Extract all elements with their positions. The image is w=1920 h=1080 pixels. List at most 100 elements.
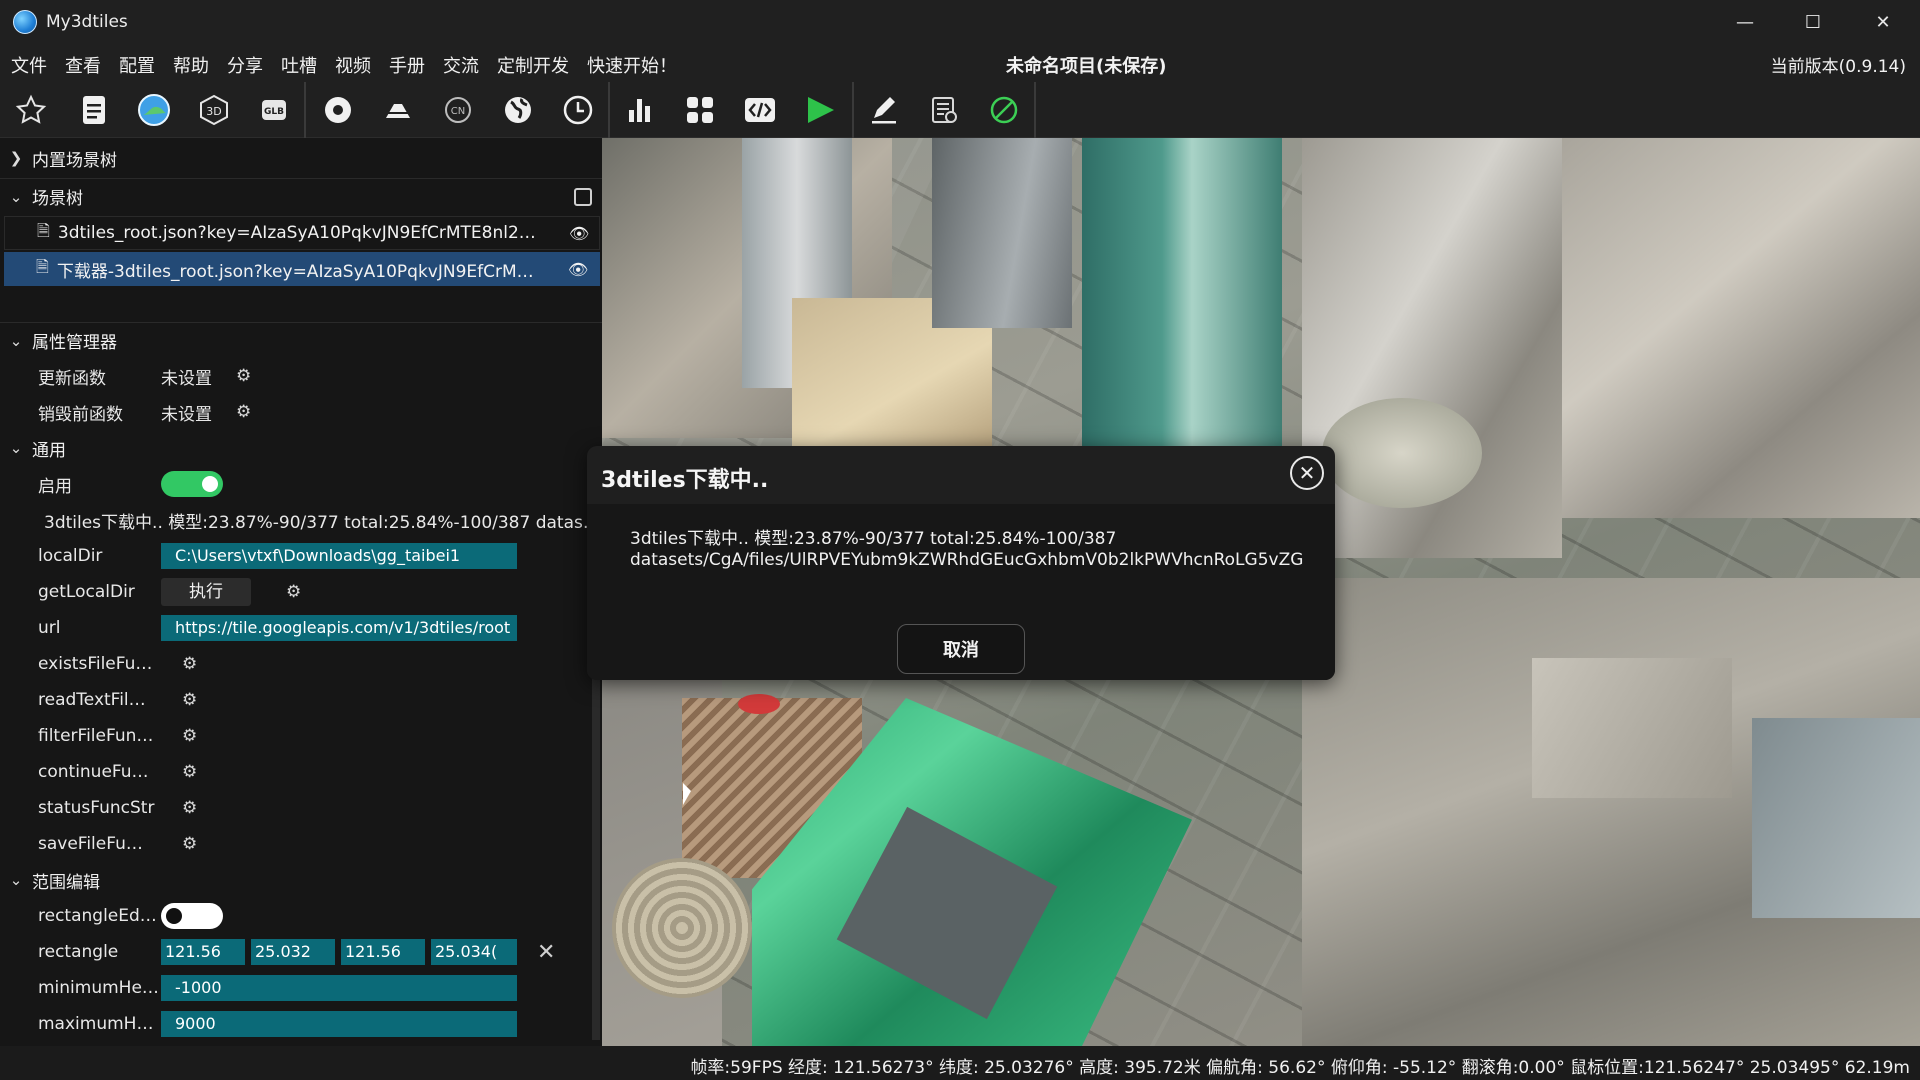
general-section-header[interactable]: ⌄ 通用	[0, 430, 602, 466]
gear-icon[interactable]: ⚙	[182, 798, 197, 818]
mouse-cursor-icon	[683, 783, 691, 805]
builtin-scene-tree-header[interactable]: ❯ 内置场景树	[0, 140, 602, 176]
maximize-button[interactable]: ☐	[1778, 0, 1848, 44]
rectangle-north-input[interactable]: 25.034(	[431, 939, 517, 965]
target-icon[interactable]	[318, 90, 358, 130]
dialog-file-path: datasets/CgA/files/UlRPVEYubm9kZWRhdGEuc…	[630, 550, 1304, 570]
menu-view[interactable]: 查看	[65, 52, 101, 78]
menu-custom-dev[interactable]: 定制开发	[497, 52, 569, 78]
progress-text: 3dtiles下载中.. 模型:23.87%-90/377 total:25.8…	[44, 512, 600, 533]
cancel-button[interactable]: 取消	[897, 624, 1025, 674]
version-label: 当前版本(0.9.14)	[1770, 57, 1906, 77]
menu-config[interactable]: 配置	[119, 52, 155, 78]
play-icon[interactable]	[800, 90, 840, 130]
clear-rectangle-icon[interactable]: ✕	[537, 940, 555, 965]
gear-icon[interactable]: ⚙	[182, 834, 197, 854]
pen-icon[interactable]	[864, 90, 904, 130]
menu-community[interactable]: 交流	[443, 52, 479, 78]
minimum-height-label: minimumHe…	[38, 978, 159, 998]
glb-icon[interactable]: GLB	[254, 90, 294, 130]
menu-bar: 文件 查看 配置 帮助 分享 吐槽 视频 手册 交流 定制开发 快速开始！ 未命…	[0, 44, 1920, 82]
gear-icon[interactable]: ⚙	[286, 582, 301, 602]
rectangle-east-input[interactable]: 121.56	[341, 939, 425, 965]
menu-feedback[interactable]: 吐槽	[281, 52, 317, 78]
toolbar-separator	[1034, 82, 1036, 138]
list-icon[interactable]	[924, 90, 964, 130]
gear-icon[interactable]: ⚙	[236, 402, 251, 422]
url-input[interactable]: https://tile.googleapis.com/v1/3dtiles/r…	[161, 615, 517, 641]
maximum-height-input[interactable]: 9000	[161, 1011, 517, 1037]
tree-item-downloader[interactable]: 🗎 下载器-3dtiles_root.json?key=AIzaSyA10Pqk…	[4, 252, 600, 286]
range-edit-title: 范围编辑	[32, 872, 100, 893]
minimize-button[interactable]: —	[1710, 0, 1780, 44]
gear-icon[interactable]: ⚙	[182, 726, 197, 746]
menu-video[interactable]: 视频	[335, 52, 371, 78]
enable-toggle[interactable]	[161, 471, 223, 497]
rectangle-edit-toggle[interactable]	[161, 903, 223, 929]
enable-label: 启用	[38, 476, 72, 497]
3d-icon[interactable]: 3D	[194, 90, 234, 130]
property-manager-header[interactable]: ⌄ 属性管理器	[0, 322, 602, 358]
globe-icon[interactable]	[498, 90, 538, 130]
clock-icon[interactable]	[558, 90, 598, 130]
grid-icon[interactable]	[680, 90, 720, 130]
tree-item-3dtiles-root[interactable]: 🗎 3dtiles_root.json?key=AIzaSyA10PqkvJN9…	[4, 216, 600, 250]
func-label: filterFileFun…	[38, 726, 154, 746]
func-label: saveFileFu…	[38, 834, 143, 854]
menu-share[interactable]: 分享	[227, 52, 263, 78]
rectangle-edit-row: rectangleEd…	[0, 898, 602, 934]
menu-help[interactable]: 帮助	[173, 52, 209, 78]
menu-quick-start[interactable]: 快速开始！	[587, 52, 677, 78]
tree-item-label: 3dtiles_root.json?key=AIzaSyA10PqkvJN9Ef…	[57, 223, 536, 243]
rectangle-south-input[interactable]: 25.032	[251, 939, 335, 965]
collapse-all-icon[interactable]	[574, 188, 592, 206]
visibility-eye-icon[interactable]: 👁	[568, 260, 588, 279]
scene-tree-header[interactable]: ⌄ 场景树	[0, 178, 602, 214]
exists-file-func-row: existsFileFu… ⚙	[0, 646, 602, 682]
chevron-down-icon: ⌄	[9, 439, 23, 457]
gear-icon[interactable]: ⚙	[182, 690, 197, 710]
gear-icon[interactable]: ⚙	[182, 654, 197, 674]
localdir-input[interactable]: C:\Users\vtxf\Downloads\gg_taibei1	[161, 543, 517, 569]
earth-logo-icon[interactable]	[134, 90, 174, 130]
gear-icon[interactable]: ⚙	[182, 762, 197, 782]
rectangle-label: rectangle	[38, 942, 119, 962]
visibility-eye-icon[interactable]: 👁	[569, 224, 589, 243]
cn-icon[interactable]: CN	[438, 90, 478, 130]
rectangle-west-input[interactable]: 121.56	[161, 939, 245, 965]
minimum-height-input[interactable]: -1000	[161, 975, 517, 1001]
builtin-scene-tree-title: 内置场景树	[32, 150, 117, 171]
menu-manual[interactable]: 手册	[389, 52, 425, 78]
rectangle-row: rectangle 121.56 25.032 121.56 25.034( ✕	[0, 934, 602, 970]
terrain-icon[interactable]	[378, 90, 418, 130]
func-label: continueFu…	[38, 762, 149, 782]
read-text-file-row: readTextFil… ⚙	[0, 682, 602, 718]
func-label: existsFileFu…	[38, 654, 153, 674]
bar-chart-icon[interactable]	[620, 90, 660, 130]
dialog-progress-text: 3dtiles下载中.. 模型:23.87%-90/377 total:25.8…	[630, 529, 1117, 549]
close-icon[interactable]: ✕	[1290, 456, 1324, 490]
range-edit-header[interactable]: ⌄ 范围编辑	[0, 862, 602, 898]
star-icon[interactable]	[11, 90, 51, 130]
close-window-button[interactable]: ✕	[1848, 0, 1918, 44]
maximum-height-row: maximumH… 9000	[0, 1006, 602, 1042]
chevron-down-icon: ⌄	[9, 331, 23, 350]
file-icon: 🗎	[36, 256, 49, 276]
disable-icon[interactable]	[984, 90, 1024, 130]
execute-button[interactable]: 执行	[161, 578, 251, 606]
update-function-label: 更新函数	[38, 368, 106, 389]
func-label: readTextFil…	[38, 690, 146, 710]
gear-icon[interactable]: ⚙	[236, 366, 251, 386]
red-roof-detail	[738, 694, 780, 714]
menu-file[interactable]: 文件	[11, 52, 47, 78]
destroy-function-value: 未设置	[161, 404, 212, 425]
document-icon[interactable]	[74, 90, 114, 130]
chevron-down-icon: ⌄	[9, 187, 23, 206]
save-file-func-row: saveFileFu… ⚙	[0, 826, 602, 862]
svg-text:CN: CN	[451, 106, 465, 117]
code-icon[interactable]	[740, 90, 780, 130]
getlocaldir-row: getLocalDir 执行 ⚙	[0, 574, 602, 610]
url-row: url https://tile.googleapis.com/v1/3dtil…	[0, 610, 602, 646]
status-bar: 帧率:59FPS 经度: 121.56273° 纬度: 25.03276° 高度…	[0, 1046, 1920, 1080]
rectangle-edit-label: rectangleEd…	[38, 906, 157, 926]
